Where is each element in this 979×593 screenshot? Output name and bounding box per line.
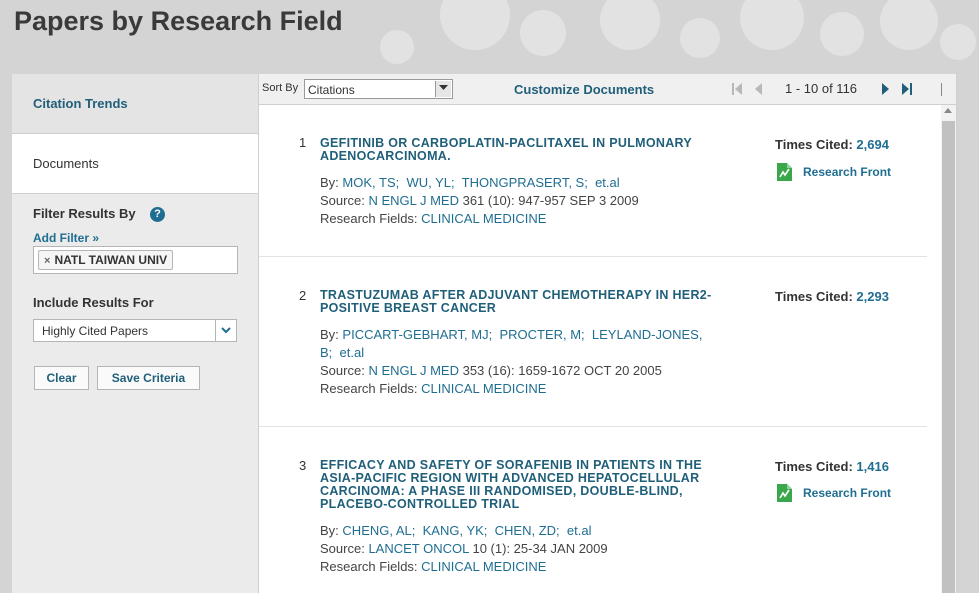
record-authors-continued: B; et.al bbox=[320, 345, 364, 360]
page-title: Papers by Research Field bbox=[14, 6, 343, 36]
times-cited-count[interactable]: 2,694 bbox=[856, 137, 889, 152]
remove-icon[interactable]: × bbox=[44, 255, 50, 267]
record-authors: By: PICCART-GEBHART, MJ; PROCTER, M; LEY… bbox=[320, 327, 702, 342]
documents-panel: Sort By Citations Customize Documents 1 … bbox=[258, 74, 957, 593]
field-link[interactable]: CLINICAL MEDICINE bbox=[421, 381, 546, 396]
sidebar: Citation Trends Documents Filter Results… bbox=[12, 74, 258, 593]
prev-page-icon[interactable] bbox=[754, 83, 764, 95]
record-number: 3 bbox=[299, 458, 307, 473]
source-detail: 361 (10): 947-957 SEP 3 2009 bbox=[462, 193, 639, 208]
filter-chip: × NATL TAIWAN UNIV bbox=[38, 250, 174, 270]
record-research-fields: Research Fields: CLINICAL MEDICINE bbox=[320, 211, 546, 226]
author-link[interactable]: CHENG, AL; bbox=[342, 523, 415, 538]
times-cited: Times Cited: 1,416 bbox=[775, 459, 889, 474]
author-link[interactable]: MOK, TS; bbox=[342, 175, 399, 190]
record-source: Source: LANCET ONCOL 10 (1): 25-34 JAN 2… bbox=[320, 541, 608, 556]
research-front-label: Research Front bbox=[803, 165, 892, 179]
by-label: By: bbox=[320, 175, 339, 190]
author-link[interactable]: CHEN, ZD; bbox=[495, 523, 560, 538]
author-link[interactable]: PROCTER, M; bbox=[499, 327, 584, 342]
journal-link[interactable]: N ENGL J MED bbox=[368, 363, 459, 378]
first-page-icon[interactable] bbox=[732, 83, 742, 95]
source-detail: 10 (1): 25-34 JAN 2009 bbox=[472, 541, 608, 556]
source-label: Source: bbox=[320, 363, 365, 378]
by-label: By: bbox=[320, 327, 339, 342]
result-record: 1 GEFITINIB OR CARBOPLATIN-PACLITAXEL IN… bbox=[259, 105, 927, 257]
research-front-icon bbox=[777, 163, 792, 181]
fields-label: Research Fields: bbox=[320, 211, 418, 226]
record-title-link[interactable]: GEFITINIB OR CARBOPLATIN-PACLITAXEL IN P… bbox=[320, 137, 740, 163]
clear-button[interactable]: Clear bbox=[34, 366, 89, 390]
author-link[interactable]: THONGPRASERT, S; bbox=[462, 175, 588, 190]
filter-results-heading: Filter Results By bbox=[33, 206, 136, 221]
record-source: Source: N ENGL J MED 361 (10): 947-957 S… bbox=[320, 193, 639, 208]
sort-by-label: Sort By bbox=[262, 82, 299, 94]
filter-chip-label: NATL TAIWAN UNIV bbox=[54, 253, 168, 267]
times-cited-label: Times Cited: bbox=[775, 289, 853, 304]
record-authors: By: MOK, TS; WU, YL; THONGPRASERT, S; et… bbox=[320, 175, 620, 190]
fields-label: Research Fields: bbox=[320, 559, 418, 574]
save-criteria-button[interactable]: Save Criteria bbox=[97, 366, 200, 390]
record-number: 2 bbox=[299, 288, 307, 303]
include-results-value: Highly Cited Papers bbox=[42, 324, 149, 338]
chevron-down-icon bbox=[215, 320, 236, 341]
times-cited-label: Times Cited: bbox=[775, 137, 853, 152]
field-link[interactable]: CLINICAL MEDICINE bbox=[421, 559, 546, 574]
research-front-icon bbox=[777, 484, 792, 502]
sort-value: Citations bbox=[308, 83, 355, 97]
author-link[interactable]: et.al bbox=[567, 523, 592, 538]
record-title-link[interactable]: TRASTUZUMAB AFTER ADJUVANT CHEMOTHERAPY … bbox=[320, 289, 740, 315]
source-detail: 353 (16): 1659-1672 OCT 20 2005 bbox=[462, 363, 662, 378]
sidebar-item-documents[interactable]: Documents bbox=[12, 134, 258, 194]
author-link[interactable]: LEYLAND-JONES, bbox=[592, 327, 703, 342]
toolbar-separator bbox=[941, 83, 942, 96]
filter-input[interactable]: × NATL TAIWAN UNIV bbox=[33, 246, 238, 274]
research-front-label: Research Front bbox=[803, 486, 892, 500]
page-range: 1 - 10 of 116 bbox=[785, 81, 858, 96]
result-record: 3 EFFICACY AND SAFETY OF SORAFENIB IN PA… bbox=[259, 427, 927, 593]
times-cited-count[interactable]: 2,293 bbox=[856, 289, 889, 304]
sidebar-item-label: Citation Trends bbox=[33, 96, 128, 111]
results-toolbar: Sort By Citations Customize Documents 1 … bbox=[259, 74, 956, 105]
author-link[interactable]: et.al bbox=[340, 345, 365, 360]
journal-link[interactable]: LANCET ONCOL bbox=[368, 541, 468, 556]
dropdown-arrow-icon bbox=[435, 81, 451, 97]
record-source: Source: N ENGL J MED 353 (16): 1659-1672… bbox=[320, 363, 662, 378]
include-results-heading: Include Results For bbox=[33, 295, 154, 310]
field-link[interactable]: CLINICAL MEDICINE bbox=[421, 211, 546, 226]
times-cited-label: Times Cited: bbox=[775, 459, 853, 474]
times-cited: Times Cited: 2,694 bbox=[775, 137, 889, 152]
sidebar-item-label: Documents bbox=[33, 156, 99, 171]
help-icon[interactable]: ? bbox=[150, 207, 165, 222]
include-results-select[interactable]: Highly Cited Papers bbox=[33, 319, 237, 342]
author-link[interactable]: et.al bbox=[595, 175, 620, 190]
scroll-thumb[interactable] bbox=[942, 121, 955, 593]
sidebar-item-citation-trends[interactable]: Citation Trends bbox=[12, 74, 258, 134]
source-label: Source: bbox=[320, 193, 365, 208]
record-title-link[interactable]: EFFICACY AND SAFETY OF SORAFENIB IN PATI… bbox=[320, 459, 740, 511]
author-link[interactable]: WU, YL; bbox=[406, 175, 454, 190]
author-link[interactable]: KANG, YK; bbox=[423, 523, 488, 538]
by-label: By: bbox=[320, 523, 339, 538]
scrollbar[interactable] bbox=[941, 105, 956, 593]
result-record: 2 TRASTUZUMAB AFTER ADJUVANT CHEMOTHERAP… bbox=[259, 257, 927, 427]
scroll-up-icon[interactable] bbox=[944, 108, 952, 113]
last-page-icon[interactable] bbox=[902, 83, 912, 95]
journal-link[interactable]: N ENGL J MED bbox=[368, 193, 459, 208]
add-filter-link[interactable]: Add Filter » bbox=[33, 231, 99, 245]
fields-label: Research Fields: bbox=[320, 381, 418, 396]
sort-select[interactable]: Citations bbox=[304, 79, 453, 99]
times-cited-count[interactable]: 1,416 bbox=[856, 459, 889, 474]
next-page-icon[interactable] bbox=[880, 83, 890, 95]
author-link[interactable]: B; bbox=[320, 345, 332, 360]
customize-documents-link[interactable]: Customize Documents bbox=[514, 82, 654, 97]
source-label: Source: bbox=[320, 541, 365, 556]
author-link[interactable]: PICCART-GEBHART, MJ; bbox=[342, 327, 492, 342]
record-number: 1 bbox=[299, 135, 307, 150]
record-research-fields: Research Fields: CLINICAL MEDICINE bbox=[320, 559, 546, 574]
times-cited: Times Cited: 2,293 bbox=[775, 289, 889, 304]
record-research-fields: Research Fields: CLINICAL MEDICINE bbox=[320, 381, 546, 396]
record-authors: By: CHENG, AL; KANG, YK; CHEN, ZD; et.al bbox=[320, 523, 591, 538]
